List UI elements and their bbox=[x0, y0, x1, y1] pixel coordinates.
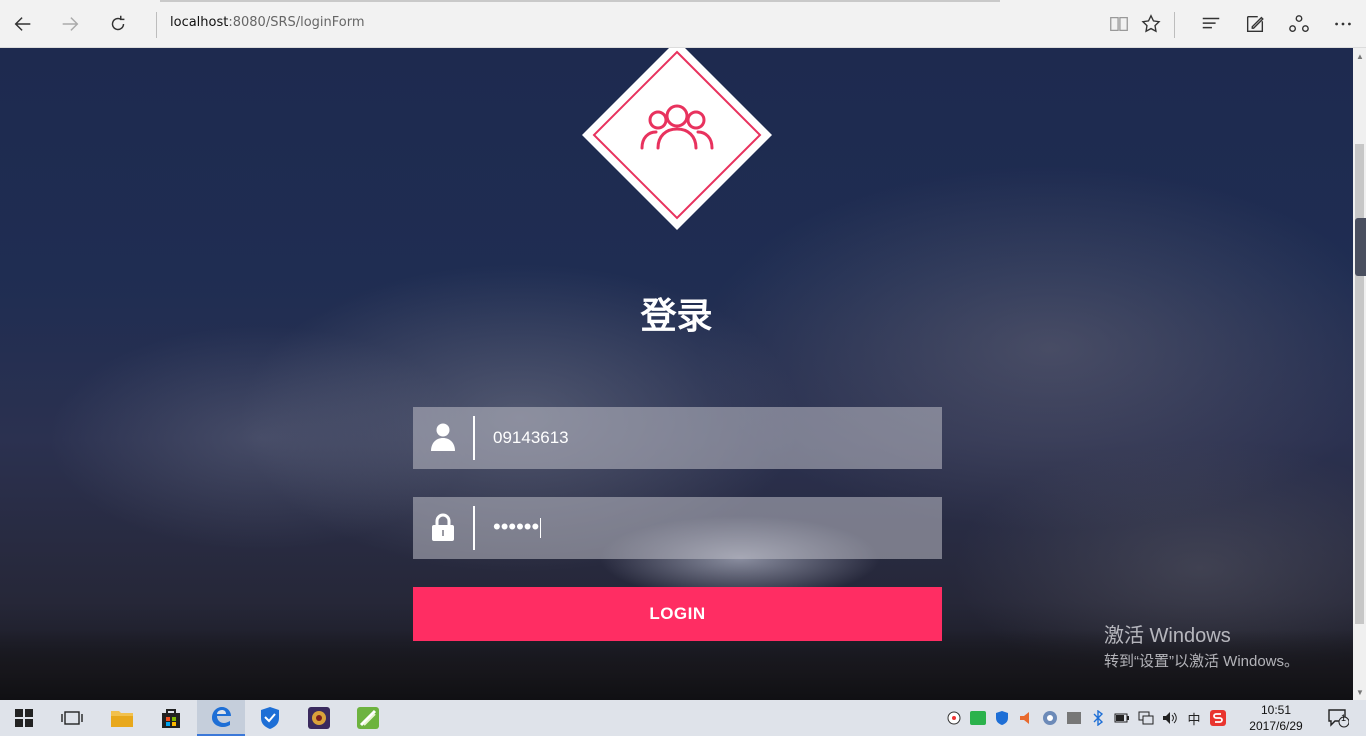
system-tray: 中 bbox=[942, 700, 1230, 736]
clock-date: 2017/6/29 bbox=[1249, 719, 1303, 733]
clock-time: 10:51 bbox=[1260, 703, 1292, 717]
back-button[interactable] bbox=[7, 8, 39, 40]
more-button[interactable] bbox=[1327, 8, 1359, 40]
tray-app-icon[interactable] bbox=[942, 700, 966, 736]
watermark-line1: 激活 Windows bbox=[1104, 625, 1231, 647]
folder-icon bbox=[111, 711, 133, 727]
windows-start-icon bbox=[15, 709, 33, 727]
password-input[interactable]: •••••• bbox=[493, 514, 542, 539]
password-field[interactable]: •••••• bbox=[413, 497, 942, 559]
refresh-button[interactable] bbox=[102, 8, 134, 40]
back-icon bbox=[14, 17, 31, 31]
more-icon bbox=[1335, 22, 1351, 26]
reading-view-icon bbox=[1110, 16, 1128, 32]
volume-icon[interactable] bbox=[1158, 700, 1182, 736]
url-host: localhost bbox=[170, 15, 229, 30]
users-logo-icon bbox=[582, 48, 772, 230]
tray-shield-icon[interactable] bbox=[990, 700, 1014, 736]
shield-icon bbox=[261, 707, 279, 729]
lock-icon bbox=[429, 511, 457, 543]
refresh-icon bbox=[111, 15, 125, 31]
bluetooth-icon[interactable] bbox=[1086, 700, 1110, 736]
tray-globe-icon[interactable] bbox=[1038, 700, 1062, 736]
toolbar-separator bbox=[1174, 12, 1175, 38]
web-note-icon bbox=[1246, 15, 1264, 33]
favorite-star-icon bbox=[1141, 14, 1161, 33]
loading-line bbox=[160, 0, 1000, 2]
username-input[interactable] bbox=[493, 419, 923, 457]
network-icon[interactable] bbox=[1134, 700, 1158, 736]
taskbar-paint-app[interactable] bbox=[344, 700, 392, 736]
vertical-scrollbar[interactable]: ▲ ▼ bbox=[1353, 48, 1366, 700]
taskbar-game-app[interactable] bbox=[295, 700, 343, 736]
username-field[interactable] bbox=[413, 407, 942, 469]
task-view-icon bbox=[61, 711, 83, 725]
tray-speaker-app-icon[interactable] bbox=[1014, 700, 1038, 736]
page-title: 登录 bbox=[640, 295, 713, 336]
favorite-button[interactable] bbox=[1135, 8, 1167, 40]
toolbar-separator bbox=[156, 12, 157, 38]
game-app-icon bbox=[308, 707, 330, 729]
forward-button[interactable] bbox=[54, 8, 86, 40]
paint-app-icon bbox=[357, 707, 379, 729]
taskbar: 中 10:51 2017/6/29 1 bbox=[0, 700, 1366, 736]
notification-count: 1 bbox=[1341, 713, 1347, 723]
field-divider bbox=[473, 416, 475, 460]
taskbar-security-app[interactable] bbox=[246, 700, 294, 736]
taskbar-store[interactable] bbox=[147, 700, 195, 736]
page-viewport: 登录 •••••• LOGIN 激活 Windows 转到“设置”以激活 Win… bbox=[0, 48, 1353, 700]
battery-icon[interactable] bbox=[1110, 700, 1134, 736]
task-view-button[interactable] bbox=[48, 700, 96, 736]
ime-indicator[interactable]: 中 bbox=[1182, 700, 1206, 736]
url-path: :8080/SRS/loginForm bbox=[228, 15, 365, 30]
hub-icon bbox=[1202, 17, 1220, 29]
start-button[interactable] bbox=[0, 700, 48, 736]
browser-toolbar: localhost:8080/SRS/loginForm bbox=[0, 0, 1366, 48]
share-icon bbox=[1289, 15, 1309, 33]
tray-qiyi-icon[interactable] bbox=[966, 700, 990, 736]
text-caret bbox=[540, 518, 542, 539]
forward-icon bbox=[62, 17, 79, 31]
windows-activation-watermark: 激活 Windows 转到“设置”以激活 Windows。 bbox=[1104, 619, 1299, 671]
password-mask: •••••• bbox=[493, 514, 540, 539]
scrollbar-thumb[interactable] bbox=[1355, 144, 1364, 624]
field-divider bbox=[473, 506, 475, 550]
taskbar-file-explorer[interactable] bbox=[98, 700, 146, 736]
share-button[interactable] bbox=[1283, 8, 1315, 40]
address-bar[interactable]: localhost:8080/SRS/loginForm bbox=[170, 15, 365, 30]
edge-browser-icon bbox=[212, 707, 231, 727]
user-icon bbox=[429, 421, 457, 453]
action-center-button[interactable]: 1 bbox=[1318, 700, 1358, 736]
store-bag-icon bbox=[162, 709, 180, 728]
hub-button[interactable] bbox=[1195, 8, 1227, 40]
tray-device-icon[interactable] bbox=[1062, 700, 1086, 736]
taskbar-edge[interactable] bbox=[197, 700, 245, 736]
web-note-button[interactable] bbox=[1239, 8, 1271, 40]
logo bbox=[582, 48, 772, 230]
sogou-ime-icon[interactable] bbox=[1206, 700, 1230, 736]
scroll-down-icon[interactable]: ▼ bbox=[1356, 688, 1364, 697]
scroll-up-icon[interactable]: ▲ bbox=[1356, 52, 1364, 61]
side-panel-handle[interactable] bbox=[1355, 218, 1366, 276]
reading-view-button[interactable] bbox=[1103, 8, 1135, 40]
watermark-line2: 转到“设置”以激活 Windows。 bbox=[1104, 653, 1300, 670]
login-button[interactable]: LOGIN bbox=[413, 587, 942, 641]
taskbar-clock[interactable]: 10:51 2017/6/29 bbox=[1244, 702, 1308, 734]
